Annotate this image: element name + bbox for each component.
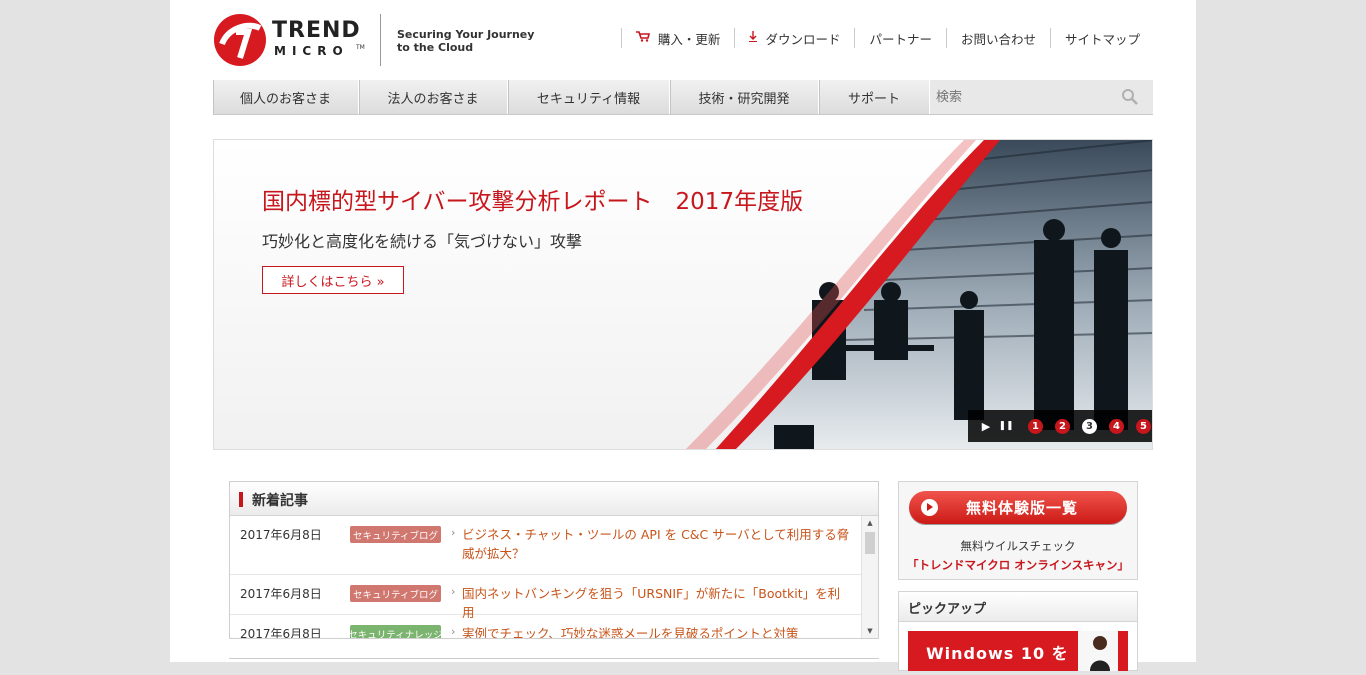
slide-dot-4[interactable]: 4	[1109, 418, 1124, 434]
page: TREND MICRO TM Securing Your Journey to …	[170, 0, 1196, 671]
utility-sitemap-link[interactable]: サイトマップ	[1049, 28, 1154, 48]
logo-text-trend: TREND	[272, 18, 361, 43]
next-section-edge	[229, 658, 879, 663]
nav-item-business[interactable]: 法人のお客さま	[359, 80, 508, 114]
news-tag[interactable]: セキュリティブログ	[350, 585, 441, 602]
tagline-line1: Securing Your Journey	[397, 28, 535, 41]
news-date: 2017年6月8日	[240, 627, 322, 638]
banner-details-button[interactable]: 詳しくはこちら »	[262, 266, 404, 294]
pickup-banner[interactable]: Windows 10 を	[908, 631, 1128, 671]
slide-dot-5[interactable]: 5	[1136, 418, 1151, 434]
play-icon[interactable]: ▶	[976, 420, 996, 433]
pickup-title: ピックアップ	[899, 592, 1137, 622]
news-row: 2017年6月8日 セキュリティブログ › ビジネス・チャット・ツールの API…	[230, 516, 878, 575]
utility-partner-link[interactable]: パートナー	[854, 28, 946, 48]
banner-title: 国内標的型サイバー攻撃分析レポート 2017年度版	[262, 189, 804, 215]
main-nav: 個人のお客さま 法人のお客さま セキュリティ情報 技術・研究開発 サポート	[213, 80, 1153, 115]
virus-check-label: 無料ウイルスチェック	[960, 539, 1076, 553]
utility-sitemap-label: サイトマップ	[1064, 31, 1140, 47]
online-scan-link[interactable]: 「トレンドマイクロ オンラインスキャン」	[899, 557, 1137, 573]
news-tag[interactable]: セキュリティナレッジ	[350, 625, 441, 638]
free-trial-label: 無料体験版一覧	[966, 499, 1079, 517]
news-header-accent	[239, 492, 243, 507]
pickup-person-image	[1078, 631, 1118, 671]
news-row: 2017年6月8日 セキュリティナレッジ › 実例でチェック、巧妙な迷惑メールを…	[230, 615, 878, 638]
news-date: 2017年6月8日	[240, 528, 322, 542]
logo-mark-icon	[214, 14, 266, 66]
nav-item-research[interactable]: 技術・研究開発	[670, 80, 819, 114]
download-icon	[749, 31, 758, 45]
utility-contact-link[interactable]: お問い合わせ	[945, 28, 1050, 48]
cart-icon	[635, 31, 650, 45]
news-title: 新着記事	[252, 493, 308, 509]
logo-text-micro: MICRO	[274, 44, 349, 58]
news-header: 新着記事	[230, 482, 878, 516]
scroll-up-icon[interactable]: ▲	[862, 516, 878, 530]
pickup-banner-text: Windows 10 を	[926, 644, 1069, 663]
trend-micro-logo[interactable]: TREND MICRO TM Securing Your Journey to …	[214, 14, 534, 68]
utility-nav: 購入・更新 ダウンロード パートナー お問い合わせ サイトマップ	[620, 28, 1154, 50]
banner-subtitle: 巧妙化と高度化を続ける「気づけない」攻撃	[262, 232, 583, 251]
free-trial-button[interactable]: 無料体験版一覧	[909, 491, 1127, 524]
trial-box: 無料体験版一覧 無料ウイルスチェック 「トレンドマイクロ オンラインスキャン」	[898, 481, 1138, 580]
news-link[interactable]: 実例でチェック、巧妙な迷惑メールを見破るポイントと対策	[462, 624, 852, 638]
utility-download-link[interactable]: ダウンロード	[734, 28, 854, 48]
pickup-box: ピックアップ Windows 10 を	[898, 591, 1138, 671]
slide-dot-1[interactable]: 1	[1028, 418, 1043, 434]
tagline: Securing Your Journey to the Cloud	[397, 28, 537, 54]
chevron-right-icon: ›	[451, 625, 456, 638]
scroll-thumb[interactable]	[865, 532, 875, 554]
logo-divider	[380, 14, 381, 66]
slide-dot-3[interactable]: 3	[1082, 418, 1097, 434]
news-panel: 新着記事 2017年6月8日 セキュリティブログ › ビジネス・チャット・ツール…	[229, 481, 879, 639]
hero-banner[interactable]: 国内標的型サイバー攻撃分析レポート 2017年度版 巧妙化と高度化を続ける「気づ…	[213, 139, 1153, 450]
news-row: 2017年6月8日 セキュリティブログ › 国内ネットバンキングを狙う「URSN…	[230, 575, 878, 620]
chevron-right-icon: ›	[451, 526, 456, 539]
scroll-down-icon[interactable]: ▼	[862, 624, 878, 638]
news-date: 2017年6月8日	[240, 587, 322, 601]
logo-trademark: TM	[356, 44, 365, 51]
tagline-line2: to the Cloud	[397, 41, 474, 54]
news-scrollbar[interactable]: ▲ ▼	[861, 516, 878, 638]
pause-icon[interactable]: ❚❚	[996, 421, 1016, 431]
utility-contact-label: お問い合わせ	[960, 31, 1036, 47]
search-input[interactable]	[930, 81, 1118, 113]
utility-partner-label: パートナー	[869, 31, 932, 47]
nav-item-security-info[interactable]: セキュリティ情報	[508, 80, 670, 114]
chevron-right-icon: ›	[451, 585, 456, 598]
slider-controls: ▶ ❚❚ 1 2 3 4 5	[968, 410, 1152, 442]
arrow-circle-icon	[921, 499, 938, 516]
search-box	[930, 80, 1153, 114]
news-link[interactable]: ビジネス・チャット・ツールの API を C&C サーバとして利用する脅威が拡大…	[462, 525, 852, 563]
utility-purchase-label: 購入・更新	[657, 31, 721, 47]
slide-dot-2[interactable]: 2	[1055, 418, 1070, 434]
search-icon[interactable]	[1121, 88, 1139, 106]
news-list: 2017年6月8日 セキュリティブログ › ビジネス・チャット・ツールの API…	[230, 516, 878, 638]
nav-item-support[interactable]: サポート	[819, 80, 930, 114]
news-tag[interactable]: セキュリティブログ	[350, 526, 441, 543]
utility-purchase-link[interactable]: 購入・更新	[620, 28, 735, 48]
utility-download-label: ダウンロード	[765, 31, 841, 47]
nav-item-personal[interactable]: 個人のお客さま	[213, 80, 359, 114]
